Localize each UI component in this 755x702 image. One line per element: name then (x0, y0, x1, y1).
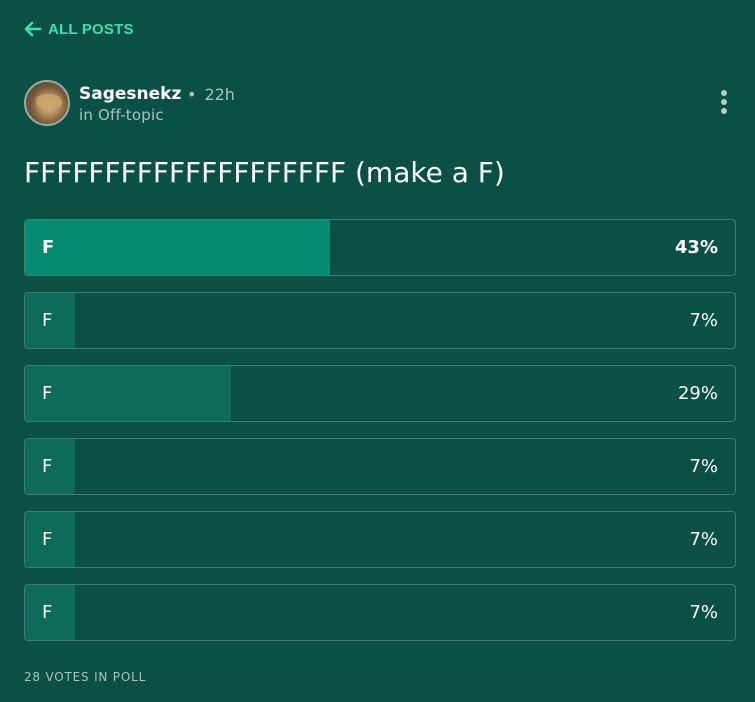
poll-option-label: F (42, 529, 53, 550)
kebab-menu-icon[interactable] (717, 90, 731, 116)
poll-option[interactable]: F 43% (24, 219, 736, 276)
poll: F 43% F 7% F 29% F 7% F 7% F 7% (24, 219, 736, 657)
poll-option-percent: 7% (689, 456, 718, 477)
poll-option-percent: 7% (689, 602, 718, 623)
poll-option[interactable]: F 7% (24, 511, 736, 568)
poll-option[interactable]: F 29% (24, 365, 736, 422)
poll-vote-count: 28 VOTES IN POLL (24, 670, 147, 684)
poll-option-label: F (42, 456, 53, 477)
poll-option-fill (25, 366, 231, 421)
poll-option-percent: 7% (689, 529, 718, 550)
avatar[interactable] (24, 80, 70, 126)
all-posts-label: ALL POSTS (48, 20, 134, 38)
poll-option-fill (25, 220, 331, 275)
poll-option-percent: 7% (689, 310, 718, 331)
poll-option-label: F (42, 237, 55, 258)
poll-option-percent: 43% (674, 237, 718, 258)
author-name[interactable]: Sagesnekz (79, 84, 181, 104)
poll-option[interactable]: F 7% (24, 584, 736, 641)
separator-dot: • (187, 85, 197, 104)
post-title: FFFFFFFFFFFFFFFFFFFF (make a F) (24, 156, 505, 189)
post-meta: • 22h (187, 85, 235, 104)
post-author-row: Sagesnekz • 22h in Off-topic (24, 80, 731, 128)
all-posts-link[interactable]: ALL POSTS (24, 18, 134, 40)
community-label[interactable]: in Off-topic (79, 106, 164, 124)
poll-option-label: F (42, 602, 53, 623)
arrow-left-icon (24, 21, 42, 37)
poll-option[interactable]: F 7% (24, 292, 736, 349)
poll-option-label: F (42, 383, 53, 404)
poll-option-percent: 29% (677, 383, 718, 404)
poll-option[interactable]: F 7% (24, 438, 736, 495)
poll-option-label: F (42, 310, 53, 331)
post-time: 22h (204, 85, 235, 104)
